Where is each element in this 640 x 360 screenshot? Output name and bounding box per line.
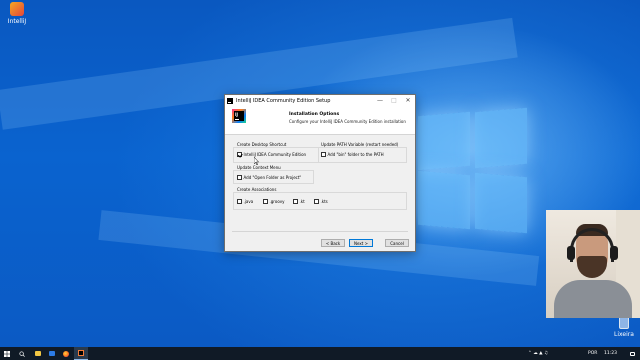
desktop-icon-intellij[interactable]: IntelliJ [0, 2, 40, 25]
intellij-setup-icon[interactable] [74, 347, 88, 360]
checkbox-box[interactable] [237, 199, 242, 204]
checkbox-desktop-shortcut[interactable]: IntelliJ IDEA Community Edition [237, 152, 306, 157]
next-button[interactable]: Next > [349, 239, 373, 247]
start-icon[interactable] [0, 347, 14, 360]
intellij-app-icon [227, 97, 233, 104]
intellij-logo-icon: IJ [232, 109, 246, 123]
desktop-icon-label: IntelliJ [7, 18, 27, 25]
close-icon[interactable]: ✕ [401, 95, 415, 106]
headset-ear-left [567, 246, 575, 260]
desktop-icon-label: Lixeira [614, 331, 634, 338]
back-button[interactable]: < Back [321, 239, 345, 247]
clock[interactable]: 11:23 [604, 351, 617, 356]
checkbox-assoc-java[interactable]: .java [237, 199, 253, 204]
checkbox-context-menu[interactable]: Add "Open Folder as Project" [237, 175, 301, 180]
store-icon[interactable] [46, 347, 58, 360]
dialog-header: IJ Installation Options Configure your I… [225, 106, 415, 135]
checkbox-box[interactable] [237, 152, 242, 157]
checkbox-box[interactable] [293, 199, 298, 204]
checkbox-assoc-kt[interactable]: .kt [293, 199, 305, 204]
maximize-icon[interactable]: □ [387, 95, 401, 106]
person-shirt [554, 280, 632, 318]
checkbox-label: .groovy [269, 199, 285, 204]
file-explorer-icon[interactable] [32, 347, 44, 360]
header-title: Installation Options [289, 112, 340, 117]
checkbox-box[interactable] [314, 199, 319, 204]
firefox-icon[interactable] [60, 347, 72, 360]
checkbox-label: .kts [320, 199, 328, 204]
checkbox-box[interactable] [263, 199, 268, 204]
header-subtitle: Configure your IntelliJ IDEA Community E… [289, 119, 406, 124]
headset-ear-right [610, 246, 618, 260]
windows-logo-wallpaper [418, 107, 528, 234]
checkbox-box[interactable] [321, 152, 326, 157]
checkbox-label: .java [243, 199, 254, 204]
checkbox-assoc-kts[interactable]: .kts [314, 199, 328, 204]
minimize-icon[interactable]: — [373, 95, 387, 106]
cancel-button[interactable]: Cancel [385, 239, 409, 247]
taskbar: ⌃ ☁ ▲ ♫ POR 11:23 [0, 347, 640, 360]
language-indicator[interactable]: POR [588, 351, 597, 356]
webcam-overlay [546, 210, 640, 318]
checkbox-label: Add "Open Folder as Project" [243, 175, 302, 180]
checkbox-path[interactable]: Add "bin" folder to the PATH [321, 152, 384, 157]
mouse-cursor-icon [254, 157, 259, 165]
checkbox-label: IntelliJ IDEA Community Edition [243, 152, 307, 157]
dialog-titlebar[interactable]: IntelliJ IDEA Community Edition Setup — … [225, 95, 415, 106]
setup-dialog: IntelliJ IDEA Community Edition Setup — … [224, 94, 416, 252]
search-icon[interactable] [16, 347, 28, 360]
intellij-installer-icon [10, 2, 24, 16]
footer-divider [232, 231, 408, 232]
checkbox-label: Add "bin" folder to the PATH [327, 152, 384, 157]
dialog-title: IntelliJ IDEA Community Edition Setup [236, 97, 331, 104]
checkbox-label: .kt [299, 199, 305, 204]
notification-icon[interactable] [626, 347, 638, 360]
desktop-icon-recycle-bin[interactable]: Lixeira [601, 316, 640, 338]
tray-icons[interactable]: ⌃ ☁ ▲ ♫ [528, 351, 548, 356]
checkbox-box[interactable] [237, 175, 242, 180]
checkbox-assoc-groovy[interactable]: .groovy [263, 199, 285, 204]
